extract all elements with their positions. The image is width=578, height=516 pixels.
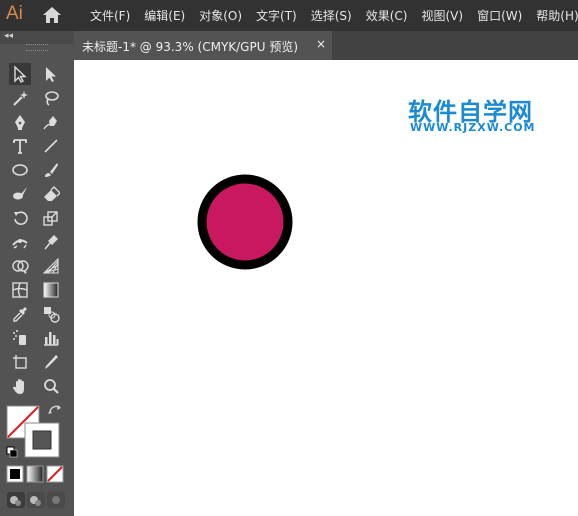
- menu-item[interactable]: 视图(V): [421, 7, 463, 24]
- menu-item[interactable]: 编辑(E): [144, 7, 185, 24]
- magic-wand-tool-icon[interactable]: [9, 87, 31, 109]
- menu-item[interactable]: 对象(O): [199, 7, 242, 24]
- watermark-url: WWW.RJZXW.COM: [410, 121, 536, 134]
- scale-tool-icon[interactable]: [40, 207, 62, 229]
- gradient-tool-icon[interactable]: [40, 279, 62, 301]
- menu-bar: Ai 文件(F) 编辑(E) 对象(O) 文字(T) 选择(S) 效果(C) 视图(V) 窗口…: [0, 0, 578, 31]
- menu-item[interactable]: 帮助(H): [536, 7, 578, 24]
- artboard-tool-icon[interactable]: [9, 351, 31, 373]
- direct-selection-tool-icon[interactable]: [40, 63, 62, 85]
- menu-item[interactable]: 效果(C): [366, 7, 408, 24]
- mesh-tool-icon[interactable]: [9, 279, 31, 301]
- perspective-grid-tool-icon[interactable]: [40, 255, 62, 277]
- blob-brush-tool-icon[interactable]: [9, 183, 31, 205]
- slice-tool-icon[interactable]: [40, 351, 62, 373]
- menu-item[interactable]: 选择(S): [311, 7, 352, 24]
- hand-tool-icon[interactable]: [9, 375, 31, 397]
- shape-builder-tool-icon[interactable]: [9, 255, 31, 277]
- type-tool-icon[interactable]: [9, 135, 31, 157]
- lasso-tool-icon[interactable]: [40, 87, 62, 109]
- document-tab-title: 未标题-1* @ 93.3% (CMYK/GPU 预览): [82, 40, 299, 54]
- eyedropper-tool-icon[interactable]: [9, 303, 31, 325]
- document-tab-bar: 未标题-1* @ 93.3% (CMYK/GPU 预览) ×: [74, 31, 578, 60]
- document-tab[interactable]: 未标题-1* @ 93.3% (CMYK/GPU 预览) ×: [74, 31, 332, 60]
- symbol-sprayer-tool-icon[interactable]: [9, 327, 31, 349]
- rotate-tool-icon[interactable]: [9, 207, 31, 229]
- pen-tool-icon[interactable]: [9, 111, 31, 133]
- menu-item[interactable]: 文字(T): [256, 7, 297, 24]
- swap-fill-stroke-icon: [48, 405, 61, 414]
- collapse-panel-icon[interactable]: ◂◂: [4, 31, 13, 41]
- main-menu: 文件(F) 编辑(E) 对象(O) 文字(T) 选择(S) 效果(C) 视图(V) 窗口(W)…: [90, 0, 578, 31]
- menu-item[interactable]: 窗口(W): [477, 7, 522, 24]
- menu-item[interactable]: 文件(F): [90, 7, 130, 24]
- puppet-warp-tool-icon[interactable]: [40, 231, 62, 253]
- eraser-tool-icon[interactable]: [40, 183, 62, 205]
- width-tool-icon[interactable]: [9, 231, 31, 253]
- color-controls: [6, 405, 65, 508]
- column-graph-tool-icon[interactable]: [40, 327, 62, 349]
- ellipse-tool-icon[interactable]: [9, 159, 31, 181]
- ellipse-object[interactable]: [197, 174, 293, 270]
- home-icon[interactable]: [42, 5, 62, 25]
- selection-tool-icon[interactable]: [9, 63, 31, 85]
- app-logo: Ai: [6, 3, 23, 24]
- tools-panel-header: ◂◂: [0, 31, 74, 44]
- line-segment-tool-icon[interactable]: [40, 135, 62, 157]
- paintbrush-tool-icon[interactable]: [40, 159, 62, 181]
- panel-grip[interactable]: [26, 44, 48, 51]
- blend-tool-icon[interactable]: [40, 303, 62, 325]
- zoom-tool-icon[interactable]: [40, 375, 62, 397]
- curvature-tool-icon[interactable]: [40, 111, 62, 133]
- close-icon[interactable]: ×: [316, 37, 326, 51]
